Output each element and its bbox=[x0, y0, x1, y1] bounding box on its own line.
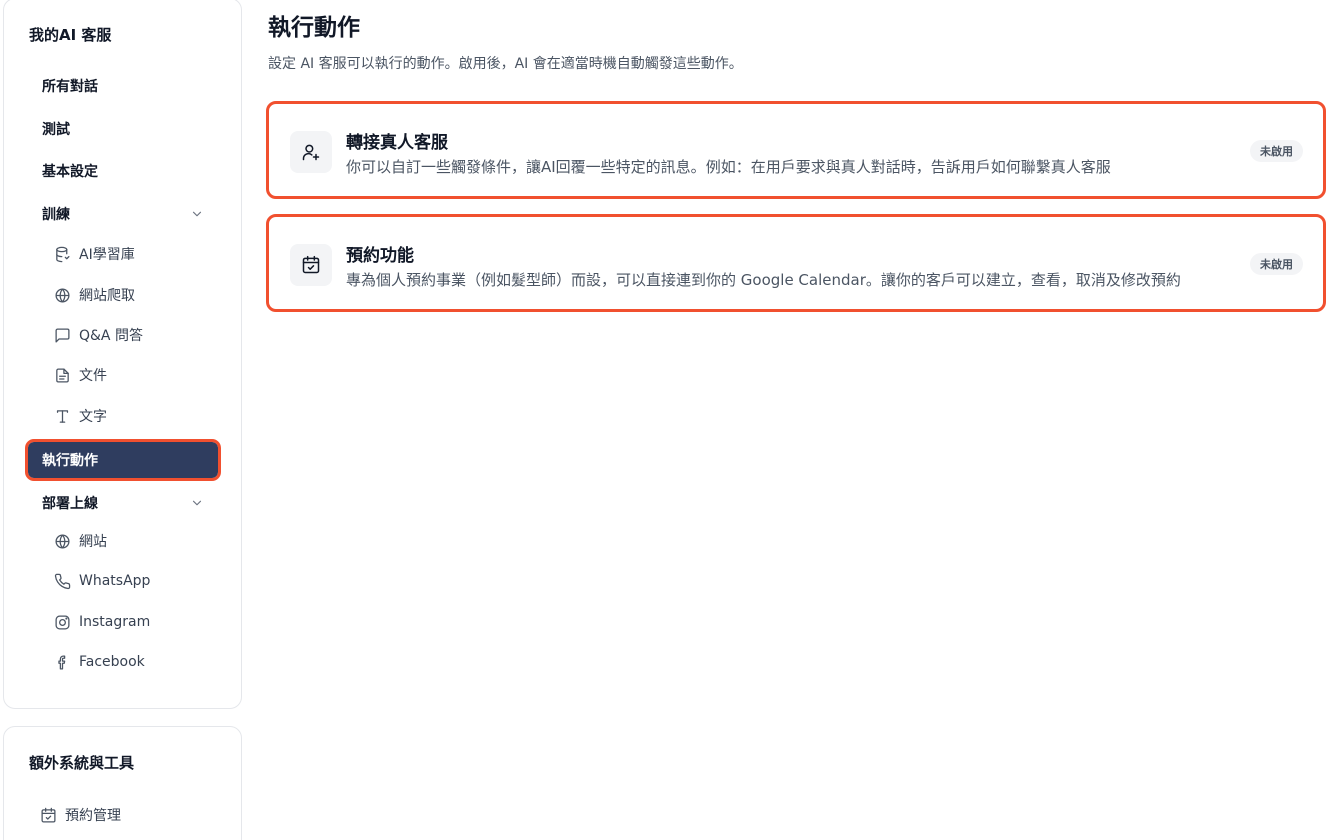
sidebar-item-label: 執行動作 bbox=[42, 453, 98, 469]
extra-tools-panel: 額外系統與工具 預約管理 bbox=[3, 726, 242, 840]
phone-icon bbox=[54, 573, 71, 589]
sidebar-item-all-conversations[interactable]: 所有對話 bbox=[28, 68, 218, 104]
sidebar-subitem-qa[interactable]: Q&A 問答 bbox=[54, 320, 143, 350]
sidebar-subitem-ai-library[interactable]: AI學習庫 bbox=[54, 239, 135, 269]
status-badge: 未啟用 bbox=[1250, 253, 1303, 275]
sidebar-subitem-label: 文字 bbox=[79, 409, 107, 425]
file-text-icon bbox=[56, 367, 69, 383]
extra-tools-title: 額外系統與工具 bbox=[29, 754, 135, 772]
page: 我的AI 客服 所有對話 測試 基本設定 訓練 AI學習庫 網站爬取 Q&A 問… bbox=[0, 0, 1328, 840]
sidebar-title: 我的AI 客服 bbox=[29, 26, 112, 44]
action-card-human-handoff[interactable]: 轉接真人客服 你可以自訂一些觸發條件，讓AI回覆一些特定的訊息。例如：在用戶要求… bbox=[266, 101, 1326, 199]
sidebar-item-label: 所有對話 bbox=[42, 79, 98, 95]
sidebar-item-label: 訓練 bbox=[42, 207, 70, 223]
sidebar-subitem-label: AI學習庫 bbox=[79, 247, 135, 263]
sidebar-item-actions[interactable]: 執行動作 bbox=[25, 439, 221, 481]
sidebar-item-deploy[interactable]: 部署上線 bbox=[28, 485, 218, 521]
sidebar-subitem-website[interactable]: 網站 bbox=[54, 526, 107, 556]
action-title: 預約功能 bbox=[346, 246, 414, 266]
page-subtitle: 設定 AI 客服可以執行的動作。啟用後，AI 會在適當時機自動觸發這些動作。 bbox=[268, 56, 743, 72]
sidebar-subitem-facebook[interactable]: Facebook bbox=[54, 647, 145, 677]
type-icon bbox=[56, 409, 69, 423]
chevron-down-icon bbox=[192, 500, 202, 506]
sidebar-subitem-instagram[interactable]: Instagram bbox=[54, 607, 150, 637]
sidebar-subitem-web-crawl[interactable]: 網站爬取 bbox=[54, 280, 135, 310]
calendar-check-icon bbox=[302, 255, 320, 274]
instagram-icon bbox=[55, 614, 70, 630]
sidebar-subitem-label: Facebook bbox=[79, 654, 145, 670]
sidebar-subitem-text[interactable]: 文字 bbox=[54, 401, 107, 431]
sidebar-item-label: 基本設定 bbox=[42, 164, 98, 180]
sidebar-subitem-label: 文件 bbox=[79, 368, 107, 384]
chevron-down-icon bbox=[192, 211, 202, 217]
sidebar: 我的AI 客服 所有對話 測試 基本設定 訓練 AI學習庫 網站爬取 Q&A 問… bbox=[3, 0, 242, 709]
page-title: 執行動作 bbox=[268, 15, 360, 41]
action-card-booking[interactable]: 預約功能 專為個人預約事業（例如髮型師）而設，可以直接連到你的 Google C… bbox=[266, 214, 1326, 312]
sidebar-subitem-booking-management[interactable]: 預約管理 bbox=[40, 800, 121, 830]
sidebar-item-basic-settings[interactable]: 基本設定 bbox=[28, 153, 218, 189]
sidebar-item-training[interactable]: 訓練 bbox=[28, 196, 218, 232]
facebook-icon bbox=[58, 654, 66, 670]
sidebar-subitem-label: 網站 bbox=[79, 534, 107, 550]
sidebar-subitem-label: Q&A 問答 bbox=[79, 328, 143, 344]
action-icon-container bbox=[290, 244, 332, 286]
status-badge: 未啟用 bbox=[1250, 140, 1303, 162]
action-description: 專為個人預約事業（例如髮型師）而設，可以直接連到你的 Google Calend… bbox=[346, 271, 1181, 289]
sidebar-subitem-label: Instagram bbox=[79, 614, 151, 630]
sidebar-item-label: 測試 bbox=[42, 122, 70, 138]
globe-icon bbox=[55, 533, 70, 549]
sidebar-subitem-label: 預約管理 bbox=[65, 808, 121, 824]
sidebar-subitem-documents[interactable]: 文件 bbox=[54, 360, 107, 390]
sidebar-subitem-label: WhatsApp bbox=[79, 573, 151, 589]
calendar-check-icon bbox=[41, 807, 56, 823]
globe-icon bbox=[55, 287, 70, 303]
sidebar-item-test[interactable]: 測試 bbox=[28, 111, 218, 147]
action-icon-container bbox=[290, 131, 332, 173]
user-plus-icon bbox=[302, 144, 320, 161]
message-square-icon bbox=[55, 327, 70, 343]
action-description: 你可以自訂一些觸發條件，讓AI回覆一些特定的訊息。例如：在用戶要求與真人對話時，… bbox=[346, 158, 1111, 176]
action-title: 轉接真人客服 bbox=[346, 133, 448, 153]
sidebar-subitem-label: 網站爬取 bbox=[79, 288, 135, 304]
sidebar-subitem-whatsapp[interactable]: WhatsApp bbox=[54, 566, 150, 596]
sidebar-item-label: 部署上線 bbox=[42, 496, 98, 512]
database-icon bbox=[56, 246, 70, 262]
